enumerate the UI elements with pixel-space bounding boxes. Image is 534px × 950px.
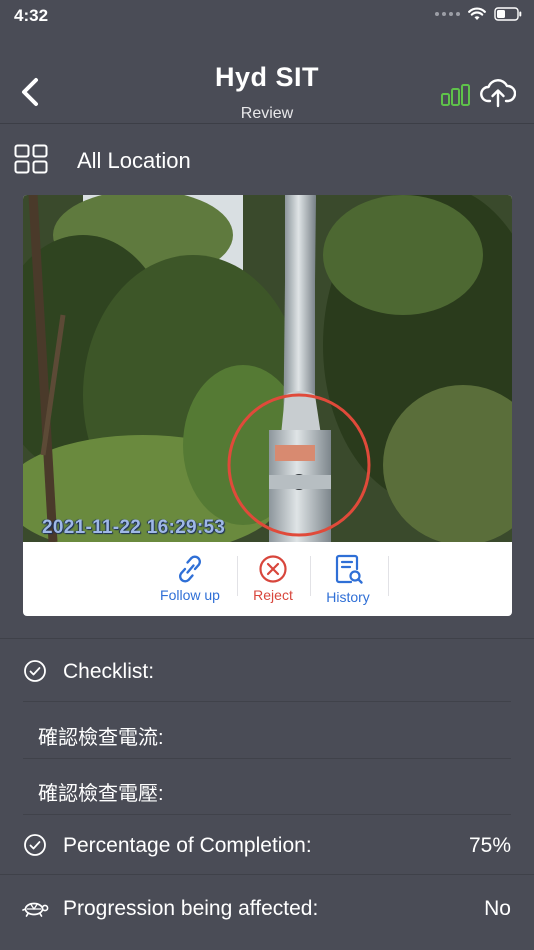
photo-actions: Follow up Reject History (23, 542, 512, 616)
completion-label: Percentage of Completion: (63, 834, 312, 857)
history-button[interactable]: History (316, 542, 380, 616)
section-divider (0, 638, 534, 639)
status-bar: 4:32 (0, 0, 534, 32)
progression-label: Progression being affected: (63, 897, 319, 920)
row-divider (23, 758, 511, 759)
check-circle-icon (24, 660, 46, 682)
location-selector[interactable]: All Location (0, 126, 534, 192)
signal-strength-icon (441, 84, 470, 106)
cloud-upload-icon[interactable] (480, 76, 516, 108)
check-circle-icon (24, 834, 46, 856)
photo-timestamp: 2021-11-22 16:29:53 (42, 517, 226, 538)
document-search-icon (335, 554, 363, 584)
checklist-header: Checklist: (0, 643, 534, 699)
turtle-icon (22, 902, 49, 917)
checklist-item: 確認檢查電壓: (0, 760, 534, 816)
action-divider (310, 556, 311, 596)
section-divider (0, 874, 534, 875)
progression-value: No (484, 897, 511, 920)
inspection-photo[interactable] (23, 195, 512, 542)
location-label: All Location (77, 148, 191, 173)
nav-header: Hyd SIT Review (0, 32, 534, 124)
status-time: 4:32 (14, 6, 49, 25)
battery-icon (494, 7, 522, 21)
page-subtitle: Review (240, 105, 294, 122)
cellular-dots-icon (435, 12, 460, 16)
wifi-icon (468, 7, 486, 20)
row-divider (23, 701, 511, 702)
action-divider (388, 556, 389, 596)
completion-row: Percentage of Completion: 75% (0, 817, 534, 873)
checklist-title: Checklist: (63, 660, 155, 683)
checklist-item-label: 確認檢查電流: (38, 727, 164, 749)
follow-up-button[interactable]: Follow up (153, 542, 227, 616)
progression-row: Progression being affected: No (0, 880, 534, 936)
follow-up-label: Follow up (160, 587, 220, 603)
action-divider (237, 556, 238, 596)
row-divider (23, 814, 511, 815)
history-label: History (326, 589, 370, 605)
grid-icon (14, 144, 48, 174)
checklist-item: 確認檢查電流: (0, 704, 534, 760)
link-icon (178, 555, 202, 583)
status-icons (435, 7, 522, 21)
reject-button[interactable]: Reject (243, 542, 303, 616)
photo-card: 2021-11-22 16:29:53 Follow up Reject His… (23, 195, 512, 616)
reject-label: Reject (253, 587, 293, 603)
x-circle-icon (259, 555, 287, 583)
completion-value: 75% (468, 834, 511, 857)
checklist-item-label: 確認檢查電壓: (38, 783, 164, 805)
